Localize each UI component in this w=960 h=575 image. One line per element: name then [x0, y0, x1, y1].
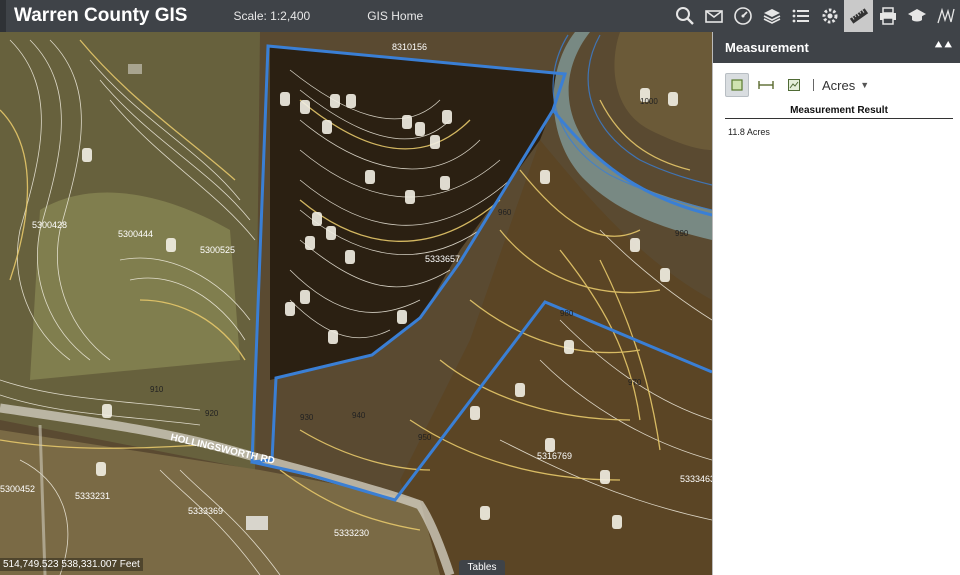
parcel-label: 5300428: [32, 220, 67, 230]
parcel-label: 5316769: [537, 451, 572, 461]
map-canvas: 8310156 5300428 5300444 5300525 5333657 …: [0, 32, 712, 575]
education-icon[interactable]: [902, 0, 931, 32]
draw-icon[interactable]: [931, 0, 960, 32]
contour-label: 950: [418, 433, 432, 442]
app-title: Warren County GIS: [14, 5, 188, 26]
brand-edge: [0, 0, 6, 32]
search-icon[interactable]: [670, 0, 699, 32]
contour-label: 920: [205, 409, 219, 418]
map-coordinates: 514,749.523 538,331.007 Feet: [0, 558, 143, 571]
parcel-label: 5300444: [118, 229, 153, 239]
contour-label: 1000: [640, 97, 658, 106]
parcel-label: 5333231: [75, 491, 110, 501]
contour-label: 980: [560, 309, 574, 318]
measurement-tools: Acres ▼: [725, 73, 960, 97]
unit-label: Acres: [822, 77, 856, 93]
toolbar: [670, 0, 960, 32]
parcel-label: 5300452: [0, 484, 35, 494]
contour-label: 940: [352, 411, 366, 420]
contour-label: 990: [675, 229, 689, 238]
distance-icon[interactable]: [755, 74, 777, 96]
parcel-label: 5333369: [188, 506, 223, 516]
settings-icon[interactable]: [815, 0, 844, 32]
parcel-label: 5333230: [334, 528, 369, 538]
list-icon[interactable]: [786, 0, 815, 32]
dashboard-icon[interactable]: [728, 0, 757, 32]
print-icon[interactable]: [873, 0, 902, 32]
gis-home-link[interactable]: GIS Home: [367, 9, 423, 23]
contour-label: 930: [300, 413, 314, 422]
contour-label: 910: [150, 385, 164, 394]
result-header: Measurement Result: [725, 105, 953, 119]
layers-icon[interactable]: [757, 0, 786, 32]
measure-icon[interactable]: [844, 0, 873, 32]
parcel-label: 5333463: [680, 474, 712, 484]
building: [128, 64, 142, 74]
location-icon[interactable]: [783, 74, 805, 96]
building: [246, 516, 268, 530]
panel-title: Measurement: [725, 40, 809, 55]
top-bar: Warren County GIS Scale: 1:2,400 GIS Hom…: [0, 0, 960, 32]
unit-select[interactable]: Acres ▼: [822, 78, 869, 93]
panel-header: Measurement ⯅⯅: [713, 32, 960, 63]
tables-tab[interactable]: Tables: [459, 560, 505, 575]
collapse-icon[interactable]: ⯅⯅: [934, 38, 953, 53]
contour-label: 960: [498, 208, 512, 217]
parcel-label: 5333657: [425, 254, 460, 264]
contour-label: 970: [628, 378, 642, 387]
chevron-down-icon: ▼: [860, 80, 870, 90]
parcel-label: 5300525: [200, 245, 235, 255]
parcel-label: 8310156: [392, 42, 427, 52]
measurement-panel: Measurement ⯅⯅ Acres ▼ Measurement Resul…: [712, 32, 960, 575]
email-icon[interactable]: [699, 0, 728, 32]
map-view[interactable]: 8310156 5300428 5300444 5300525 5333657 …: [0, 32, 712, 575]
scale-label: Scale: 1:2,400: [233, 9, 311, 23]
tool-separator: [813, 79, 814, 91]
area-icon[interactable]: [725, 73, 749, 97]
result-value: 11.8 Acres: [728, 127, 770, 137]
